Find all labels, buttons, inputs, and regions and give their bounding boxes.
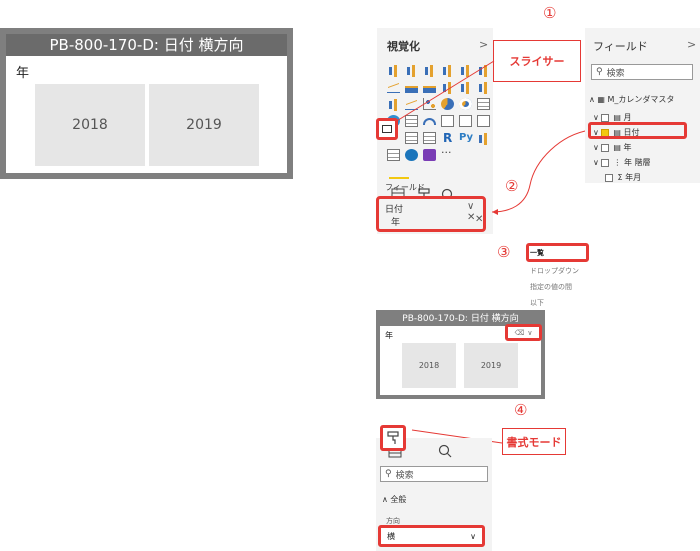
collapse-chevron-icon: ∧ <box>382 495 388 504</box>
field-year[interactable]: ∨ ▤ 年 <box>593 142 632 153</box>
calendar-icon: ▤ <box>613 143 621 152</box>
slicer-tile-2018[interactable]: 2018 <box>402 343 456 388</box>
field-year-hierarchy[interactable]: ∨ ⋮ 年 階層 <box>593 157 651 168</box>
menu-item-dropdown[interactable]: ドロップダウン <box>530 266 579 276</box>
sigma-icon: Σ <box>617 173 623 182</box>
eraser-icon: ⌫ <box>514 328 525 337</box>
table-icon: ▦ <box>597 95 605 104</box>
section-general[interactable]: ∧ 全般 <box>382 494 406 505</box>
checkbox[interactable] <box>600 113 609 122</box>
arrow-to-slicer-icon <box>394 60 495 123</box>
calendar-icon: ▤ <box>613 113 621 122</box>
expand-chevron-icon: ∨ <box>593 113 599 122</box>
field-name: 年 <box>623 143 632 152</box>
orientation-value: 横 <box>387 531 395 541</box>
table-node-calendar[interactable]: ∧ ▦ M_カレンダマスタ <box>589 94 674 105</box>
field-name: 年月 <box>625 173 642 182</box>
section-general-label: 全般 <box>390 495 407 504</box>
fields-search-box[interactable]: ⚲ 検索 <box>591 64 693 80</box>
slicer-style-dropdown[interactable]: ⌫ ∨ <box>505 324 542 341</box>
arrow-head <box>492 209 498 215</box>
format-paint-roller-icon <box>387 431 399 444</box>
menu-item-between[interactable]: 指定の値の間 <box>530 282 572 292</box>
format-search-box[interactable]: ⚲ 検索 <box>380 466 488 482</box>
checkbox[interactable] <box>600 158 609 167</box>
search-icon: ⚲ <box>385 469 392 479</box>
date-field-highlight <box>588 122 687 139</box>
expand-chevron-icon: ∧ <box>589 95 595 104</box>
fields-pane: フィールド > ⚲ 検索 ∧ ▦ M_カレンダマスタ ∨ ▤ 月 ∨ ▤ 日付 … <box>585 28 700 183</box>
analytics-magnifier-icon[interactable] <box>438 444 452 458</box>
chevron-down-icon: ∨ <box>470 531 476 541</box>
checkbox[interactable] <box>605 173 613 182</box>
field-name: 月 <box>623 113 632 122</box>
format-tab-highlight[interactable] <box>380 425 406 451</box>
expand-chevron-icon: ∨ <box>593 143 599 152</box>
fields-collapse-chevron-icon[interactable]: > <box>687 38 696 51</box>
menu-item-list[interactable]: 一覧 <box>530 248 544 258</box>
orientation-select[interactable]: 横 ∨ <box>378 525 485 547</box>
expand-chevron-icon: ∨ <box>593 158 599 167</box>
checkbox[interactable] <box>600 143 609 152</box>
hierarchy-icon: ⋮ <box>613 158 622 167</box>
fields-pane-title: フィールド <box>593 40 648 53</box>
field-name: 年 階層 <box>623 158 651 167</box>
table-name: M_カレンダマスタ <box>607 95 675 104</box>
callout-format-mode: 書式モード <box>502 428 566 455</box>
format-search-placeholder: 検索 <box>395 470 414 481</box>
slicer-field-label: 年 <box>385 331 393 340</box>
menu-item-less-equal[interactable]: 以下 <box>530 298 544 308</box>
fields-search-placeholder: 検索 <box>606 68 625 79</box>
arrow-date-to-well <box>491 129 591 213</box>
chevron-down-icon: ∨ <box>527 328 533 337</box>
field-year-month[interactable]: Σ 年月 <box>603 172 641 183</box>
slicer-tile-2019[interactable]: 2019 <box>464 343 518 388</box>
search-icon: ⚲ <box>596 67 603 77</box>
